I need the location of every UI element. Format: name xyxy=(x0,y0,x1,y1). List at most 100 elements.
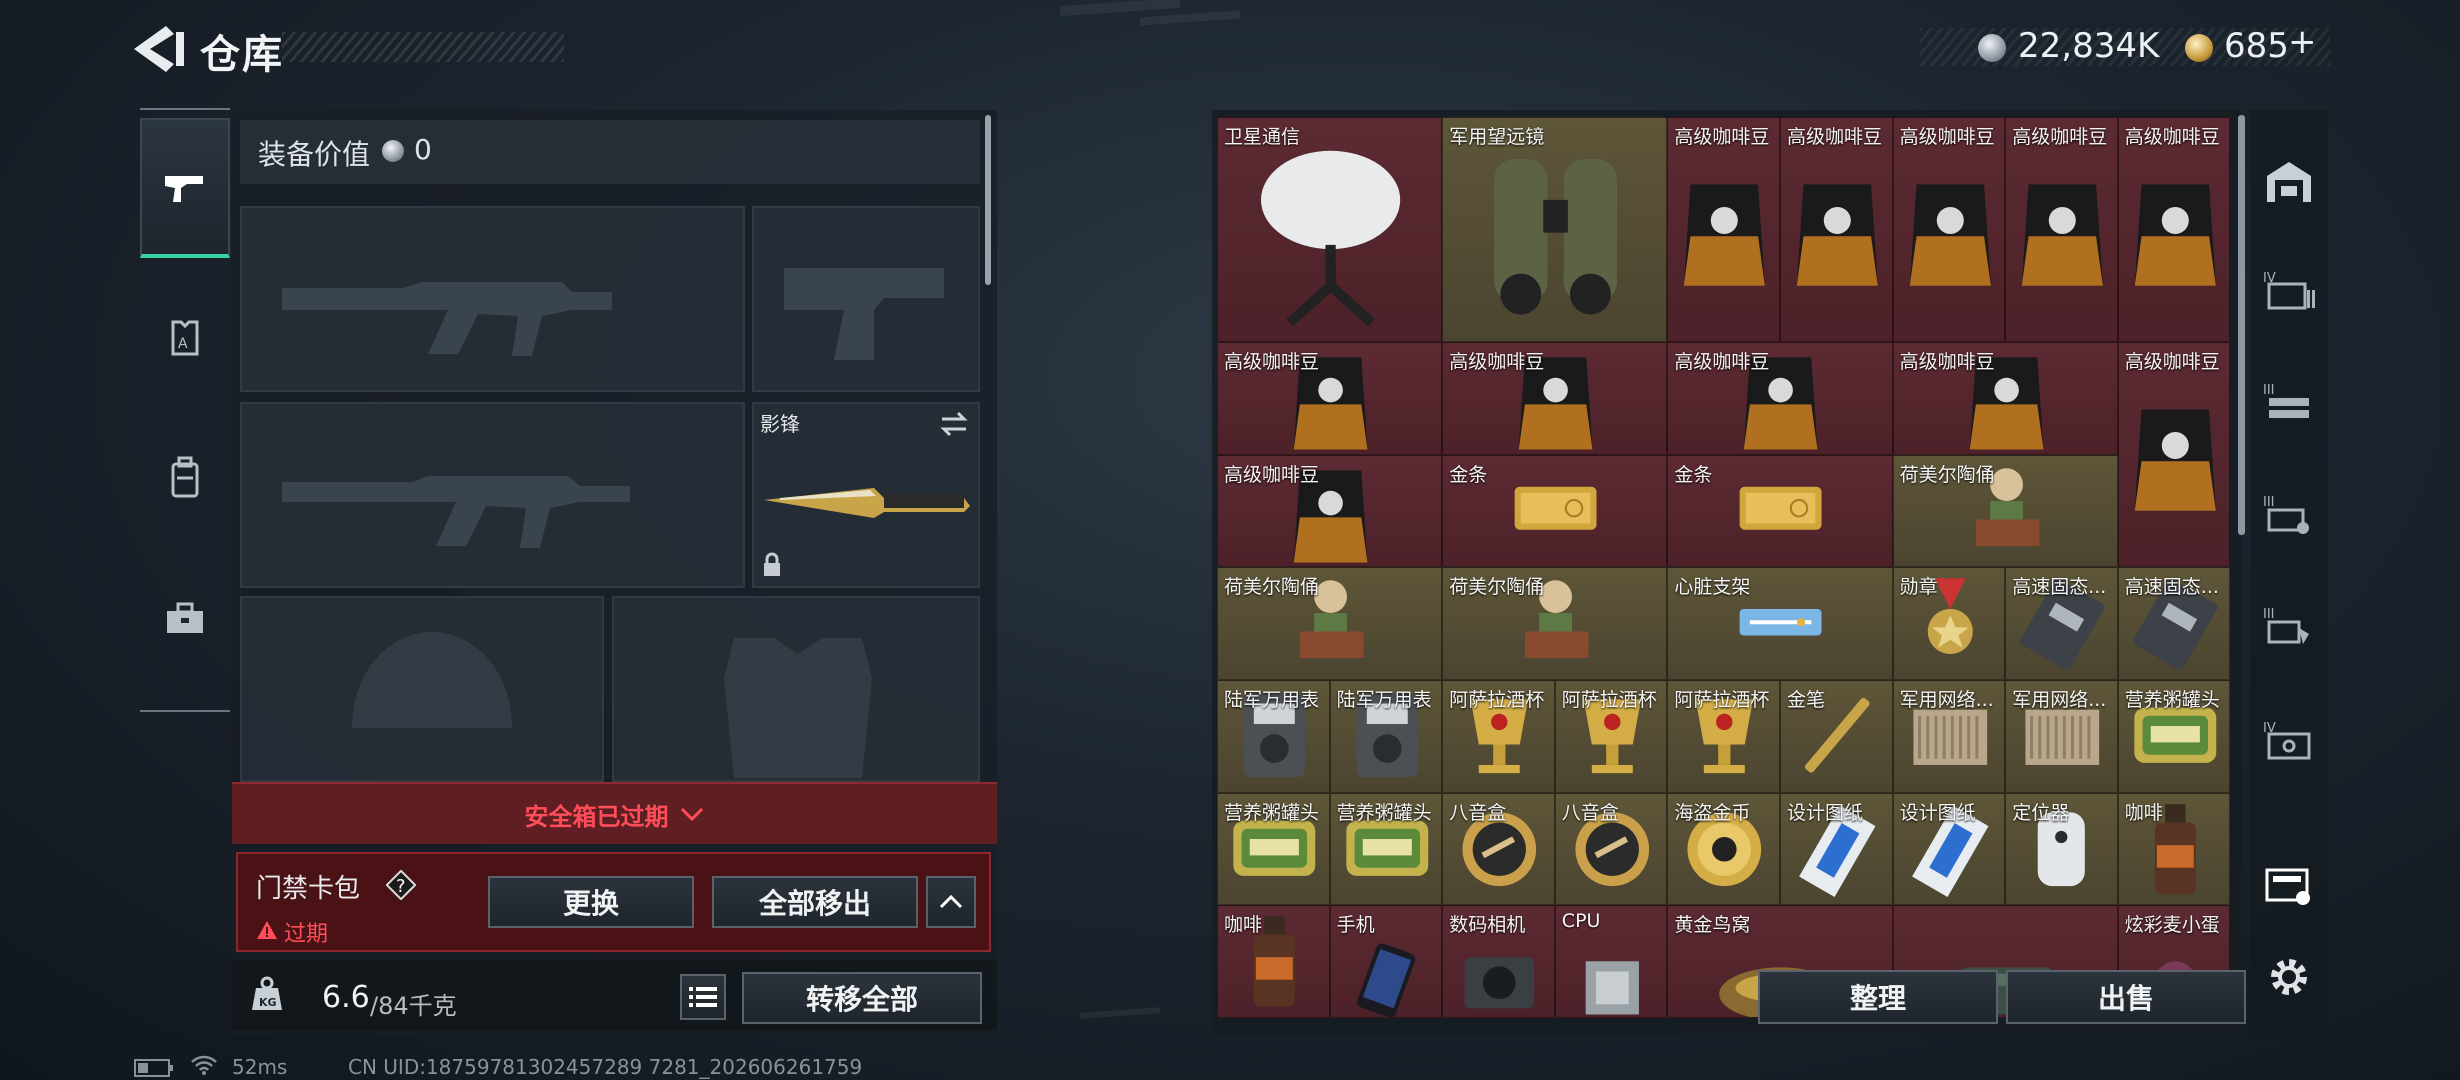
stash-item[interactable]: 金笔 xyxy=(1780,680,1893,793)
coffee-bag-icon xyxy=(1909,184,1991,286)
pistol-silhouette-icon xyxy=(784,268,944,360)
loadout-category-rail: A xyxy=(140,108,230,713)
tab-storage-special[interactable] xyxy=(2258,854,2320,916)
stash-item[interactable]: CPU xyxy=(1554,905,1668,1018)
stash-item-name: 高速固态... xyxy=(2012,576,2107,599)
stash-item[interactable]: 高级咖啡豆 xyxy=(1892,342,2118,455)
safe-box-expired-banner[interactable]: 安全箱已过期 xyxy=(232,782,997,844)
stash-item[interactable]: 营养粥罐头 xyxy=(1329,792,1443,906)
list-view-button[interactable] xyxy=(680,974,726,1020)
stash-item[interactable]: 高级咖啡豆 xyxy=(1442,342,1668,455)
coffee-bag-icon xyxy=(1796,184,1878,286)
tab-toolbox[interactable] xyxy=(140,548,230,688)
settings-button[interactable] xyxy=(2258,946,2320,1008)
tab-backpack[interactable] xyxy=(140,408,230,548)
stash-item-name: 营养粥罐头 xyxy=(1336,801,1432,824)
stash-item[interactable]: 卫星通信 xyxy=(1217,117,1443,343)
transfer-all-button[interactable]: 转移全部 xyxy=(742,972,982,1024)
currency-amount: 22,834K xyxy=(2018,26,2160,66)
help-icon[interactable]: ? xyxy=(386,870,416,900)
stash-item-name: 咖啡 xyxy=(2124,801,2163,824)
stash-item[interactable]: 荷美尔陶俑 xyxy=(1217,567,1443,680)
stash-item[interactable]: 咖啡 xyxy=(1217,905,1330,1018)
value-coin-icon xyxy=(382,140,404,162)
stash-item[interactable]: 高级咖啡豆 xyxy=(1892,117,2006,343)
stash-item[interactable]: 营养粥罐头 xyxy=(2117,680,2231,793)
stash-item[interactable]: 军用网络... xyxy=(2005,680,2118,793)
remove-all-button[interactable]: 全部移出 xyxy=(712,876,918,928)
tab-storage-iii-a[interactable]: III xyxy=(2258,372,2320,434)
satellite-dish-icon xyxy=(1260,150,1401,327)
add-premium-button[interactable]: + xyxy=(2288,22,2317,62)
equipment-value-label: 装备价值 xyxy=(258,138,371,171)
stash-item[interactable]: 阿萨拉酒杯 xyxy=(1667,680,1780,793)
helmet-slot[interactable] xyxy=(240,596,604,782)
stash-item[interactable]: 金条 xyxy=(1667,454,1893,568)
stash-item[interactable]: 高级咖啡豆 xyxy=(2117,117,2231,343)
stash-item[interactable]: 数码相机 xyxy=(1442,905,1555,1018)
stash-item[interactable]: 心脏支架 xyxy=(1667,567,1893,680)
stash-item[interactable]: 八音盒 xyxy=(1442,792,1555,906)
backpack-icon xyxy=(171,456,199,498)
stash-item[interactable]: 荷美尔陶俑 xyxy=(1892,454,2118,568)
stash-item[interactable]: 高级咖啡豆 xyxy=(1217,342,1443,455)
stash-item[interactable]: 荷美尔陶俑 xyxy=(1442,567,1668,680)
stash-item[interactable]: 陆军万用表 xyxy=(1217,680,1330,793)
stash-item[interactable]: 高速固态... xyxy=(2005,567,2118,680)
card-pack-title: 门禁卡包 xyxy=(256,874,361,904)
current-weight: 6.6 xyxy=(322,980,370,1015)
secondary-weapon-slot[interactable] xyxy=(752,206,980,392)
tab-storage-iii-b[interactable]: III xyxy=(2258,484,2320,546)
stash-item[interactable]: 高级咖啡豆 xyxy=(1780,117,1893,343)
stash-item[interactable]: 设计图纸 xyxy=(1892,792,2006,906)
back-arrow-icon xyxy=(134,26,184,72)
stash-item[interactable]: 高级咖啡豆 xyxy=(1667,342,1893,455)
stash-item-name: 咖啡 xyxy=(1224,914,1263,937)
stash-item-name: 军用望远镜 xyxy=(1449,126,1545,148)
stash-scrollbar[interactable] xyxy=(2238,115,2245,535)
stash-item[interactable]: 设计图纸 xyxy=(1780,792,1893,906)
back-button[interactable] xyxy=(128,24,188,74)
chevron-down-icon xyxy=(680,807,703,822)
stash-item[interactable]: 高级咖啡豆 xyxy=(2117,342,2231,568)
stash-item[interactable]: 军用望远镜 xyxy=(1442,117,1668,343)
melee-weapon-slot[interactable]: 影锋 xyxy=(752,402,980,588)
tab-storage-iv-b[interactable]: IV xyxy=(2258,710,2320,772)
stash-item[interactable]: 阿萨拉酒杯 xyxy=(1554,680,1668,793)
tab-all-storage[interactable] xyxy=(2258,150,2320,212)
tab-storage-iii-c[interactable]: III xyxy=(2258,596,2320,658)
sell-button[interactable]: 出售 xyxy=(2006,970,2246,1024)
warehouse-icon xyxy=(2267,162,2311,202)
lock-icon xyxy=(764,552,780,576)
body-armor-slot[interactable] xyxy=(612,596,980,782)
stash-item[interactable]: 手机 xyxy=(1329,905,1443,1018)
stash-item[interactable]: 营养粥罐头 xyxy=(1217,792,1330,906)
swap-icon[interactable] xyxy=(938,410,970,438)
stash-item[interactable]: 咖啡 xyxy=(2117,792,2231,906)
tab-storage-iv-a[interactable]: IV xyxy=(2258,260,2320,322)
battery-icon xyxy=(134,1059,173,1077)
stash-item[interactable]: 勋章 xyxy=(1892,567,2006,680)
stash-item[interactable]: 定位器 xyxy=(2005,792,2118,906)
stash-item-name: 荷美尔陶俑 xyxy=(1224,576,1320,599)
stash-item[interactable]: 八音盒 xyxy=(1554,792,1668,906)
stash-item[interactable]: 高级咖啡豆 xyxy=(1667,117,1780,343)
primary-weapon-slot-2[interactable] xyxy=(240,402,745,588)
stash-item-name: 炫彩麦小蛋 xyxy=(2124,914,2220,937)
stash-item[interactable]: 高级咖啡豆 xyxy=(2005,117,2118,343)
stash-item[interactable]: 军用网络... xyxy=(1892,680,2006,793)
replace-button[interactable]: 更换 xyxy=(488,876,694,928)
primary-weapon-slot[interactable] xyxy=(240,206,745,392)
stash-item[interactable]: 高速固态... xyxy=(2117,567,2231,680)
stash-item-name: 高级咖啡豆 xyxy=(1899,351,1995,374)
collapse-button[interactable] xyxy=(926,876,976,928)
stash-item[interactable]: 陆军万用表 xyxy=(1329,680,1443,793)
stash-item[interactable]: 高级咖啡豆 xyxy=(1217,454,1443,568)
stash-item[interactable]: 金条 xyxy=(1442,454,1668,568)
organize-button[interactable]: 整理 xyxy=(1758,970,1998,1024)
tab-armor[interactable]: A xyxy=(140,268,230,408)
stash-item[interactable]: 海盗金币 xyxy=(1667,792,1780,906)
stash-item[interactable]: 阿萨拉酒杯 xyxy=(1442,680,1555,793)
loadout-scrollbar[interactable] xyxy=(985,115,991,285)
tab-weapons[interactable] xyxy=(140,118,230,258)
